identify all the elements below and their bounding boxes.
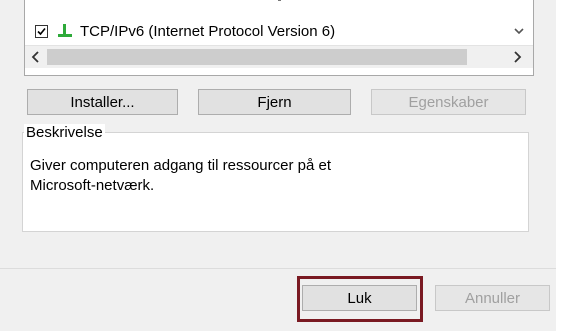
horizontal-scrollbar[interactable] [25, 45, 533, 68]
dialog: TCP/IPv6 (Internet Protocol Version 6) I… [0, 0, 573, 331]
footer-divider [0, 268, 556, 269]
checkmark-icon [37, 27, 46, 35]
properties-button[interactable]: Egenskaber [371, 89, 526, 115]
item-checkbox[interactable] [35, 24, 48, 38]
cancel-button[interactable]: Annuller [435, 285, 550, 311]
install-button[interactable]: Installer... [27, 89, 178, 115]
components-list[interactable]: TCP/IPv6 (Internet Protocol Version 6) [24, 0, 534, 76]
scroll-right-button[interactable] [503, 47, 531, 67]
description-text: Giver computeren adgang til ressourcer p… [30, 157, 331, 194]
chevron-left-icon [31, 51, 39, 63]
highlight-box [297, 276, 423, 322]
window-edge [556, 0, 573, 331]
item-label: TCP/IPv6 (Internet Protocol Version 6) [80, 22, 336, 40]
list-item[interactable]: TCP/IPv6 (Internet Protocol Version 6) [35, 21, 335, 41]
chevron-right-icon [514, 51, 522, 63]
chevron-down-icon [514, 28, 524, 35]
remove-button[interactable]: Fjern [198, 89, 351, 115]
scroll-down-button[interactable] [511, 23, 527, 39]
scroll-left-button[interactable] [27, 47, 45, 67]
scrollbar-thumb[interactable] [47, 49, 467, 65]
previous-item-text-fragment [278, 0, 281, 1]
network-protocol-icon [57, 23, 73, 39]
description-legend: Beskrivelse [24, 124, 105, 141]
